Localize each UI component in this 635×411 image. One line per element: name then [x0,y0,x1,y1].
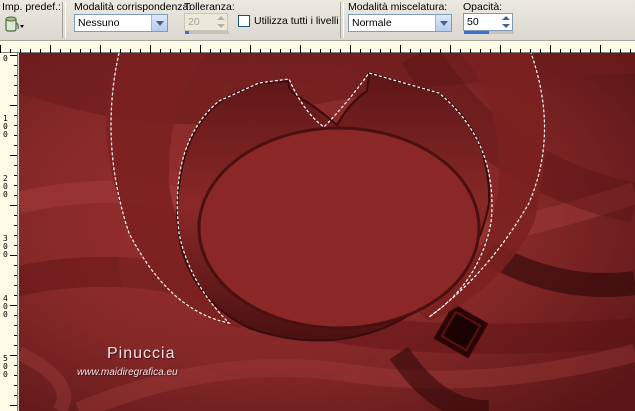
tolerance-spinner[interactable]: 20 [184,13,229,34]
paint-bucket-icon[interactable] [4,15,26,35]
tolerance-slider-track[interactable] [185,31,229,34]
image-canvas[interactable]: Pinuccia www.maidiregrafica.eu [19,53,635,411]
ruler-left: 0 1 0 0 2 0 0 3 0 0 4 0 0 5 0 0 [0,53,18,411]
match-mode-group: Modalità corrispondenza: Nessuno [66,0,191,40]
opacity-slider-fill [464,31,489,34]
spin-up-icon[interactable] [500,14,512,22]
opacity-stepper[interactable] [500,14,512,30]
tolerance-slider-fill [185,31,189,34]
match-mode-label: Modalità corrispondenza: [74,1,192,13]
chevron-down-icon[interactable] [435,15,451,31]
chevron-down-icon[interactable] [151,15,167,31]
ruler-top [0,41,635,53]
match-mode-dropdown[interactable]: Nessuno [74,14,168,32]
spin-down-icon[interactable] [500,22,512,30]
blend-mode-label: Modalità miscelatura: [348,1,448,13]
ruler-label: 2 0 0 [3,174,8,199]
ruler-label: 4 0 0 [3,294,8,319]
blend-mode-dropdown[interactable]: Normale [348,14,452,32]
opacity-spinner[interactable]: 50 [463,13,514,34]
tool-options-bar: Imp. predef.: Modalità corrispondenza: N… [0,0,635,41]
watermark-url: www.maidiregrafica.eu [77,367,178,378]
ruler-top-ticks [0,45,631,53]
use-all-layers-label: Utilizza tutti i livelli [254,15,339,27]
ruler-label: 3 0 0 [3,234,8,259]
preset-label: Imp. predef.: [2,1,61,13]
ruler-label: 0 [3,54,8,63]
tolerance-stepper[interactable] [215,14,227,30]
opacity-group: Opacità: 50 [460,0,520,40]
tolerance-group: Tolleranza: 20 Utilizza tutti i livelli [180,0,340,40]
watermark-name: Pinuccia [107,345,176,362]
opacity-label: Opacità: [463,1,503,13]
ruler-label: 5 0 0 [3,354,8,379]
use-all-layers-checkbox[interactable] [238,15,250,27]
spin-down-icon[interactable] [215,22,227,30]
preset-group: Imp. predef.: [0,0,61,40]
opacity-value: 50 [467,16,479,28]
ruler-label: 1 0 0 [3,114,8,139]
tolerance-value: 20 [188,16,200,28]
blend-mode-value: Normale [352,17,392,29]
blend-mode-group: Modalità miscelatura: Normale [344,0,456,40]
tolerance-label: Tolleranza: [184,1,235,13]
match-mode-value: Nessuno [78,17,120,29]
spin-up-icon[interactable] [215,14,227,22]
